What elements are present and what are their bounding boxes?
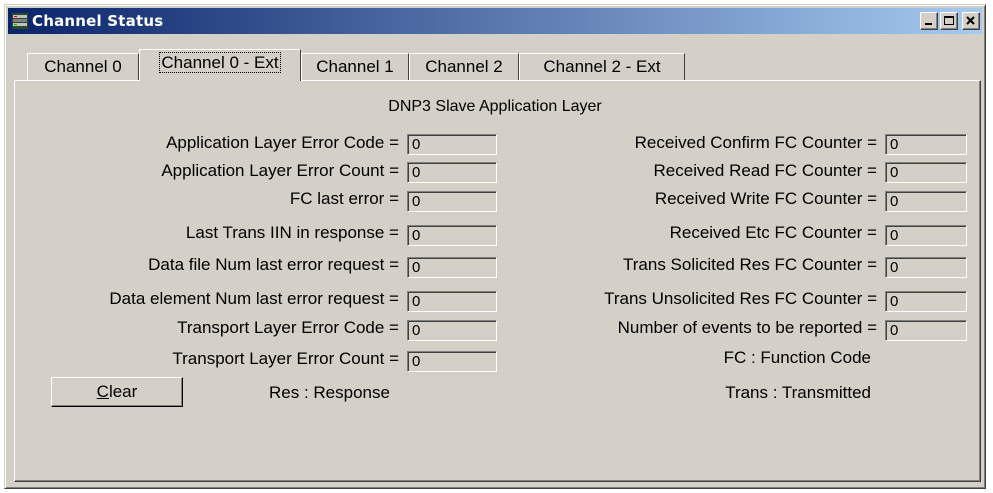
tab-channel-0[interactable]: Channel 0 xyxy=(27,53,139,80)
received-read-fc-field[interactable]: 0 xyxy=(885,162,967,183)
res-legend-note: Res : Response xyxy=(269,383,390,402)
section-heading: DNP3 Slave Application Layer xyxy=(388,98,602,115)
tab-label: Channel 2 xyxy=(425,57,503,76)
events-to-report-label: Number of events to be reported = xyxy=(617,318,877,337)
transport-error-count-field[interactable]: 0 xyxy=(407,351,497,372)
fc-last-error-label: FC last error = xyxy=(289,189,399,208)
trans-solicited-res-label: Trans Solicited Res FC Counter = xyxy=(623,255,877,274)
title-bar[interactable]: Channel Status xyxy=(8,8,982,34)
close-icon xyxy=(966,16,975,25)
channel-status-window: Channel Status Channel 0 Channel 0 - Ext… xyxy=(4,4,986,489)
transport-error-code-label: Transport Layer Error Code = xyxy=(177,318,399,337)
data-element-num-field[interactable]: 0 xyxy=(407,291,497,312)
trans-unsolicited-res-field[interactable]: 0 xyxy=(885,291,967,312)
clear-button-mnemonic: C xyxy=(96,382,109,401)
received-write-fc-label: Received Write FC Counter = xyxy=(654,189,877,208)
tab-label: Channel 0 - Ext xyxy=(159,52,281,73)
maximize-button[interactable] xyxy=(940,12,958,30)
last-trans-iin-label: Last Trans IIN in response = xyxy=(185,223,399,242)
minimize-icon xyxy=(925,23,932,25)
fc-legend-note: FC : Function Code xyxy=(723,348,871,367)
fc-last-error-field[interactable]: 0 xyxy=(407,191,497,212)
minimize-button[interactable] xyxy=(920,12,938,30)
tab-channel-2[interactable]: Channel 2 xyxy=(409,53,519,80)
app-layer-error-code-label: Application Layer Error Code = xyxy=(166,133,399,152)
transport-error-code-field[interactable]: 0 xyxy=(407,320,497,341)
data-file-num-label: Data file Num last error request = xyxy=(148,255,399,274)
app-layer-error-count-label: Application Layer Error Count = xyxy=(161,161,399,180)
events-to-report-field[interactable]: 0 xyxy=(885,320,967,341)
tab-label: Channel 0 xyxy=(44,57,122,76)
received-read-fc-label: Received Read FC Counter = xyxy=(653,161,877,180)
tab-channel-2-ext[interactable]: Channel 2 - Ext xyxy=(519,53,685,80)
tab-label: Channel 2 - Ext xyxy=(543,57,661,76)
data-element-num-label: Data element Num last error request = xyxy=(109,289,399,308)
transport-error-count-label: Transport Layer Error Count = xyxy=(172,349,399,368)
clear-button-label: lear xyxy=(108,382,138,401)
window-title: Channel Status xyxy=(32,12,164,30)
maximize-icon xyxy=(944,16,954,25)
last-trans-iin-field[interactable]: 0 xyxy=(407,225,497,246)
close-button[interactable] xyxy=(962,12,980,30)
received-confirm-fc-field[interactable]: 0 xyxy=(885,134,967,155)
tab-channel-0-ext[interactable]: Channel 0 - Ext xyxy=(139,49,301,81)
received-write-fc-field[interactable]: 0 xyxy=(885,191,967,212)
app-icon xyxy=(12,13,28,29)
tab-channel-1[interactable]: Channel 1 xyxy=(301,53,409,80)
trans-solicited-res-field[interactable]: 0 xyxy=(885,257,967,278)
received-etc-fc-label: Received Etc FC Counter = xyxy=(669,223,877,242)
received-confirm-fc-label: Received Confirm FC Counter = xyxy=(634,133,877,152)
received-etc-fc-field[interactable]: 0 xyxy=(885,225,967,246)
app-layer-error-code-field[interactable]: 0 xyxy=(407,134,497,155)
clear-button[interactable]: Clear xyxy=(51,377,183,407)
trans-unsolicited-res-label: Trans Unsolicited Res FC Counter = xyxy=(604,289,877,308)
trans-legend-note: Trans : Transmitted xyxy=(725,383,871,402)
data-file-num-field[interactable]: 0 xyxy=(407,257,497,278)
tab-label: Channel 1 xyxy=(316,57,394,76)
app-layer-error-count-field[interactable]: 0 xyxy=(407,162,497,183)
